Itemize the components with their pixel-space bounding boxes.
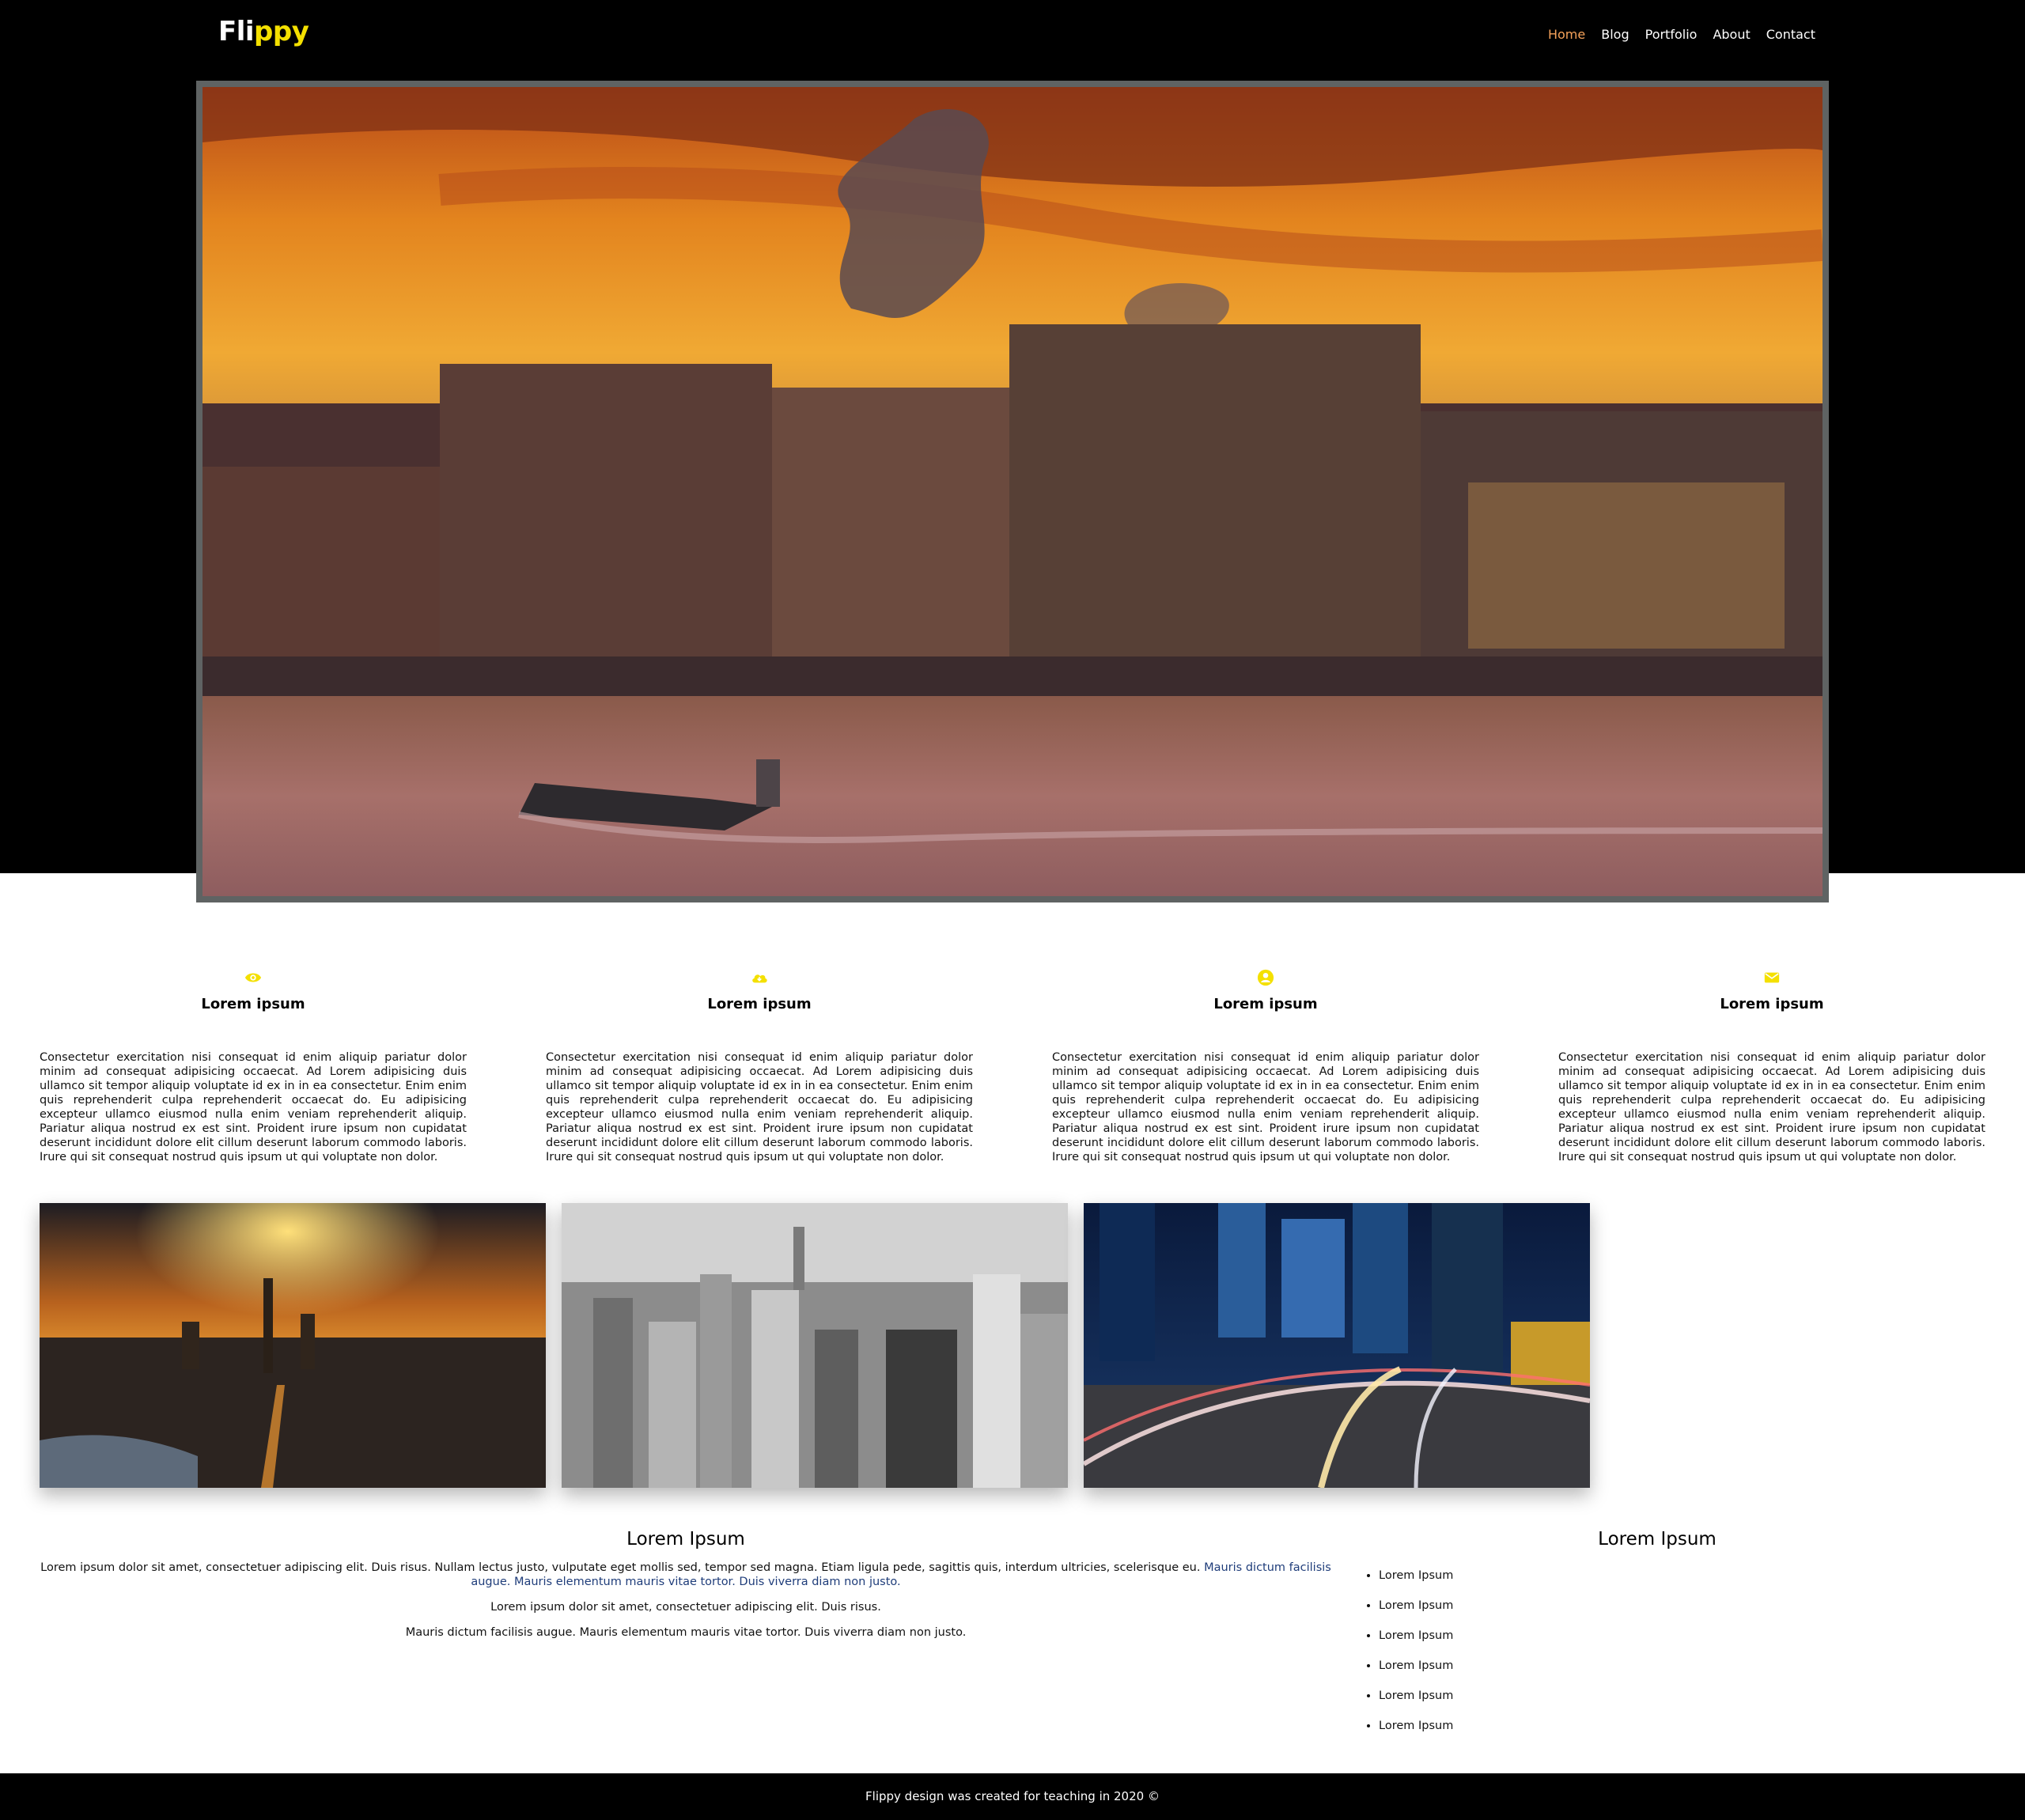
site-logo[interactable]: Flippy xyxy=(218,16,309,47)
sidebar-list-item[interactable]: Lorem Ipsum xyxy=(1379,1651,1970,1681)
gallery-image-bw-skyline[interactable] xyxy=(562,1203,1068,1488)
feature-title: Lorem ipsum xyxy=(201,996,305,1012)
main-nav: Home Blog Portfolio About Contact xyxy=(1548,27,1815,42)
gallery-image-sunset-city[interactable] xyxy=(40,1203,546,1488)
nav-home[interactable]: Home xyxy=(1548,27,1585,42)
eye-icon xyxy=(244,973,262,982)
footer-text: Flippy design was created for teaching i… xyxy=(865,1789,1160,1803)
main-paragraph-1: Lorem ipsum dolor sit amet, consectetuer… xyxy=(40,1561,1332,1589)
footer: Flippy design was created for teaching i… xyxy=(0,1773,2025,1820)
feature-card-1: Lorem ipsum Consectetur exercitation nis… xyxy=(40,969,467,1164)
cloud-download-icon xyxy=(752,974,767,983)
sidebar: Lorem Ipsum Lorem Ipsum Lorem Ipsum Lore… xyxy=(1345,1529,1970,1741)
logo-text-plain: Fli xyxy=(218,16,255,47)
main-content: Lorem Ipsum Lorem ipsum dolor sit amet, … xyxy=(40,1529,1332,1651)
user-circle-icon xyxy=(1257,969,1274,986)
nav-about[interactable]: About xyxy=(1713,27,1750,42)
feature-text: Consectetur exercitation nisi consequat … xyxy=(1558,1051,1985,1164)
bw-skyline-picture xyxy=(562,1203,1068,1488)
hero-image xyxy=(196,81,1829,902)
feature-title: Lorem ipsum xyxy=(1213,996,1318,1012)
hero-sunset-river-picture xyxy=(202,87,1822,896)
sunset-city-picture xyxy=(40,1203,546,1488)
feature-card-3: Lorem ipsum Consectetur exercitation nis… xyxy=(1052,969,1479,1164)
feature-text: Consectetur exercitation nisi consequat … xyxy=(1052,1051,1479,1164)
feature-text: Consectetur exercitation nisi consequat … xyxy=(40,1051,467,1164)
sidebar-list-item[interactable]: Lorem Ipsum xyxy=(1379,1561,1970,1591)
envelope-icon xyxy=(1764,972,1780,983)
gallery-image-city-night[interactable] xyxy=(1084,1203,1590,1488)
feature-card-4: Lorem ipsum Consectetur exercitation nis… xyxy=(1558,969,1985,1164)
sidebar-title: Lorem Ipsum xyxy=(1598,1529,1717,1549)
sidebar-list-item[interactable]: Lorem Ipsum xyxy=(1379,1711,1970,1741)
nav-contact[interactable]: Contact xyxy=(1766,27,1815,42)
feature-card-2: Lorem ipsum Consectetur exercitation nis… xyxy=(546,969,973,1164)
sidebar-list: Lorem Ipsum Lorem Ipsum Lorem Ipsum Lore… xyxy=(1345,1561,1970,1741)
nav-blog[interactable]: Blog xyxy=(1601,27,1629,42)
main-title: Lorem Ipsum xyxy=(626,1529,745,1549)
logo-text-highlight: ppy xyxy=(254,16,309,47)
main-paragraph-2: Lorem ipsum dolor sit amet, consectetuer… xyxy=(490,1601,881,1614)
sidebar-list-item[interactable]: Lorem Ipsum xyxy=(1379,1681,1970,1711)
sidebar-list-item[interactable]: Lorem Ipsum xyxy=(1379,1591,1970,1621)
main-paragraph-1-text: Lorem ipsum dolor sit amet, consectetuer… xyxy=(40,1561,1205,1574)
feature-text: Consectetur exercitation nisi consequat … xyxy=(546,1051,973,1164)
nav-portfolio[interactable]: Portfolio xyxy=(1645,27,1698,42)
feature-title: Lorem ipsum xyxy=(1720,996,1824,1012)
main-paragraph-3: Mauris dictum facilisis augue. Mauris el… xyxy=(405,1626,967,1639)
feature-title: Lorem ipsum xyxy=(707,996,812,1012)
city-night-picture xyxy=(1084,1203,1590,1488)
sidebar-list-item[interactable]: Lorem Ipsum xyxy=(1379,1621,1970,1651)
